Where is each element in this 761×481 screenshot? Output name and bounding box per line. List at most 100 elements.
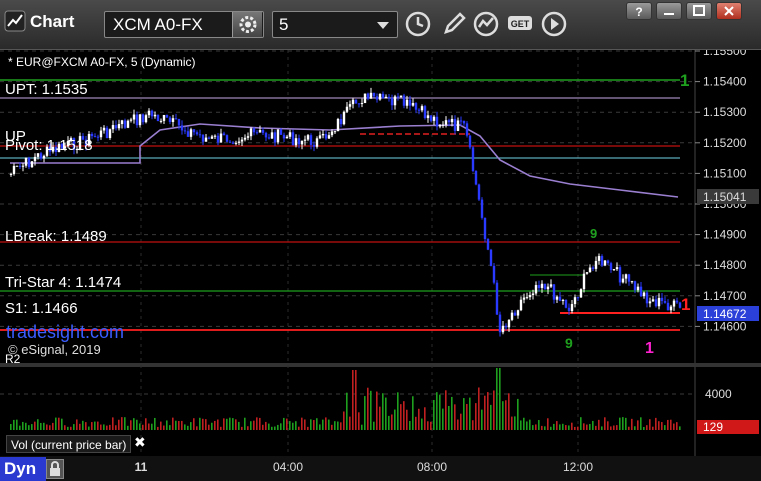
volume-bar	[550, 426, 552, 430]
volume-bar	[94, 421, 96, 430]
candle-body	[171, 118, 175, 122]
candle-body	[327, 135, 331, 139]
volume-bar	[88, 426, 90, 430]
volume-bar	[595, 425, 597, 430]
pane-separator[interactable]	[0, 363, 761, 367]
candle-body	[276, 129, 280, 143]
volume-bar	[97, 421, 99, 430]
candle-body	[567, 307, 571, 312]
volume-bar	[100, 424, 102, 430]
candle-body	[474, 171, 478, 185]
volume-bar	[556, 421, 558, 430]
volume-bar	[133, 418, 135, 430]
volume-bar	[121, 417, 123, 430]
volume-bar	[670, 419, 672, 430]
volume-bar	[328, 419, 330, 430]
candle-body	[477, 184, 481, 200]
candle-body	[405, 99, 409, 106]
help-button[interactable]: ?	[626, 2, 652, 20]
interval-select[interactable]: 5	[272, 11, 398, 38]
volume-bar	[346, 392, 348, 430]
lock-glyph	[50, 461, 60, 476]
candle-body	[498, 314, 502, 333]
volume-bar	[583, 423, 585, 430]
candle-body	[114, 125, 118, 129]
draw-pencil-icon[interactable]	[440, 10, 468, 38]
candle-body	[660, 297, 664, 302]
candle-body	[456, 120, 460, 131]
candle-body	[294, 138, 298, 146]
volume-bar	[319, 424, 321, 430]
volume-bar	[406, 409, 408, 430]
volume-bar	[148, 423, 150, 430]
volume-bar	[310, 419, 312, 430]
maximize-button[interactable]	[686, 2, 712, 20]
candle-body	[513, 312, 517, 316]
candle-body	[351, 99, 355, 105]
candle-body	[396, 96, 400, 98]
volume-bar	[172, 417, 174, 430]
play-icon[interactable]	[540, 10, 568, 38]
volume-current-value: 129	[703, 420, 723, 434]
help-icon: ?	[635, 5, 642, 19]
symbol-settings-button[interactable]	[232, 12, 262, 37]
candle-body	[495, 282, 499, 315]
candle-body	[621, 278, 625, 283]
volume-bar	[241, 426, 243, 430]
candle-body	[342, 111, 346, 125]
volume-bar	[19, 425, 21, 430]
volume-study-label[interactable]: Vol (current price bar)	[6, 435, 132, 453]
candle-body	[168, 117, 172, 122]
candle-body	[33, 156, 37, 162]
candle-body	[24, 157, 28, 166]
candle-body	[384, 96, 388, 99]
candle-body	[339, 119, 343, 125]
clock-icon[interactable]	[404, 10, 432, 38]
get-data-icon[interactable]: GET	[506, 10, 534, 38]
volume-bar	[211, 422, 213, 430]
volume-bar	[403, 401, 405, 430]
symbol-value: XCM A0-FX	[113, 15, 203, 34]
volume-bar	[601, 426, 603, 430]
candle-body	[243, 137, 247, 140]
volume-bar	[136, 419, 138, 430]
candle-body	[225, 135, 229, 142]
volume-bar	[286, 418, 288, 430]
volume-bar	[46, 424, 48, 430]
volume-bar	[553, 423, 555, 430]
candle-body	[264, 132, 268, 138]
candle-body	[99, 130, 103, 138]
minimize-button[interactable]	[656, 2, 682, 20]
candle-body	[675, 300, 679, 303]
annotation-9-lower: 9	[565, 335, 573, 351]
volume-bar	[70, 426, 72, 430]
lbreak-label: LBreak: 1.1489	[5, 228, 107, 245]
candle-body	[672, 300, 676, 307]
candle-body	[318, 135, 322, 139]
studies-icon[interactable]	[472, 10, 500, 38]
volume-bar	[559, 424, 561, 430]
volume-bar	[37, 419, 39, 430]
lock-icon[interactable]	[46, 459, 64, 479]
candle-body	[444, 120, 448, 125]
volume-bar	[28, 425, 30, 430]
price-chart[interactable]: 1.15500 1.15400 1.15300 1.15200 1.15100 1.150…	[0, 50, 761, 481]
volume-bar	[517, 398, 519, 430]
candle-body	[600, 256, 604, 266]
volume-bar	[418, 408, 420, 430]
candle-body	[561, 299, 565, 301]
volume-bar	[262, 424, 264, 430]
candle-body	[177, 118, 181, 126]
candle-body	[420, 106, 424, 111]
volume-bar	[457, 419, 459, 430]
close-study-icon[interactable]: ✖	[134, 434, 146, 451]
price-tick-label: 1.14700	[703, 289, 747, 303]
volume-bar	[127, 425, 129, 430]
dynamic-mode-button[interactable]: Dyn	[0, 457, 46, 481]
candle-body	[639, 286, 643, 297]
candle-body	[207, 137, 211, 139]
volume-bar	[394, 409, 396, 430]
candle-body	[453, 118, 457, 131]
close-button[interactable]	[716, 2, 742, 20]
volume-bar	[514, 416, 516, 430]
